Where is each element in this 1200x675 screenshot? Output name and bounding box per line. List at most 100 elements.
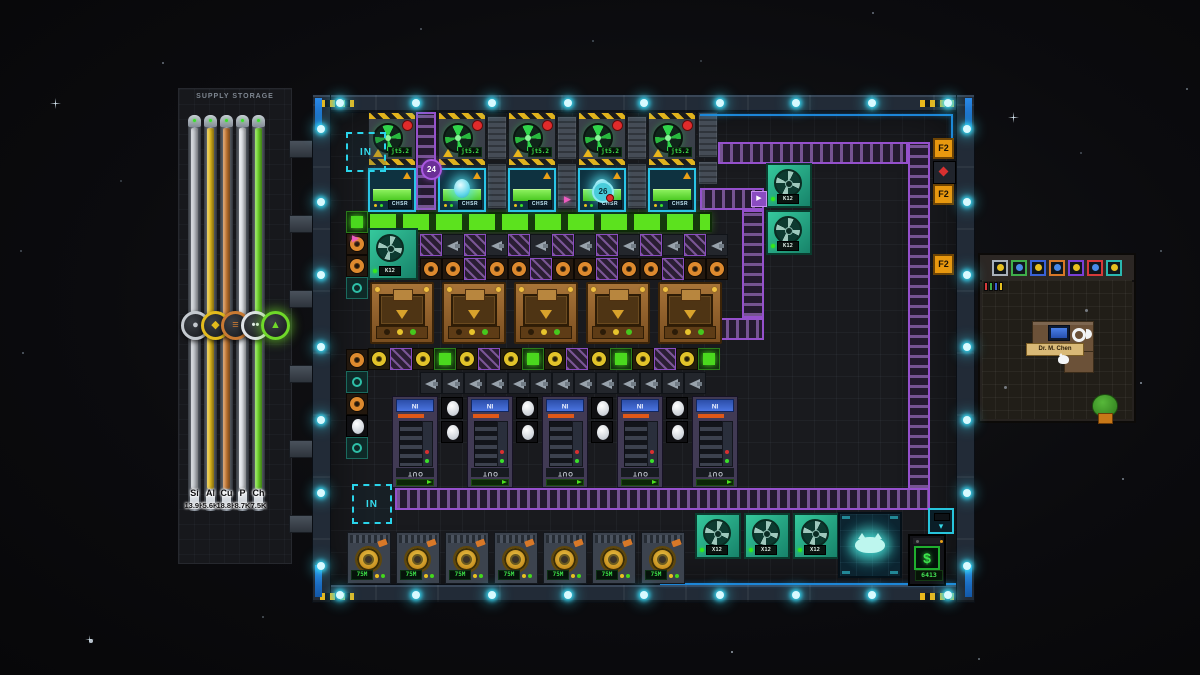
map-speck xyxy=(1004,386,1007,389)
panel-tile xyxy=(698,112,718,158)
tile-gear-o xyxy=(420,258,442,280)
printer-machine[interactable]: IN OUT xyxy=(542,396,588,488)
slot-icon xyxy=(1016,264,1023,271)
money-machine[interactable]: $ 6413 xyxy=(908,534,946,586)
input-zone-bottom[interactable]: IN xyxy=(352,484,392,524)
storage-chest[interactable] xyxy=(514,282,578,344)
tile-jet xyxy=(596,372,618,394)
toolbar-slot[interactable] xyxy=(992,260,1008,276)
tile-gear-o xyxy=(574,258,596,280)
minimap-panel[interactable]: Dr. M. Chen xyxy=(978,253,1136,423)
printer-machine[interactable]: IN OUT xyxy=(392,396,438,488)
green-conveyor-belt[interactable] xyxy=(368,212,712,232)
bolt-icon xyxy=(519,287,524,292)
printer-machine[interactable]: IN OUT xyxy=(692,396,738,488)
generator-machine[interactable]: 75M xyxy=(641,532,685,584)
toolbar-slot[interactable] xyxy=(1106,260,1122,276)
generator-machine[interactable]: 75M xyxy=(494,532,538,584)
tile-conv xyxy=(662,258,684,280)
slot-icon xyxy=(1073,264,1080,271)
wrench-icon xyxy=(475,539,486,548)
fan-machine[interactable]: K12 xyxy=(766,163,812,208)
collector-machine[interactable]: X12 xyxy=(744,513,790,559)
tube-cap xyxy=(188,115,201,127)
chest-lid xyxy=(465,289,485,301)
resource-chip-icon[interactable]: ▲ xyxy=(261,311,290,340)
balance-lcd: 6413 xyxy=(915,570,943,581)
bolt-icon xyxy=(424,287,429,292)
tube-cap xyxy=(252,115,265,127)
generator-machine[interactable]: 75M xyxy=(445,532,489,584)
fan-machine[interactable]: K12 xyxy=(766,210,812,255)
tile-jet xyxy=(662,234,684,256)
tile-gear-o xyxy=(706,258,728,280)
conveyor-belt[interactable] xyxy=(395,488,930,510)
hatchery-machine[interactable]: jt5.2 xyxy=(438,112,486,166)
machine-lcd: jt5.2 xyxy=(598,147,622,157)
chest-lid xyxy=(393,289,413,301)
machine-lcd: 75M xyxy=(449,570,471,580)
tile-gear-y xyxy=(456,348,478,370)
storage-chest[interactable] xyxy=(586,282,650,344)
washer-machine[interactable]: CHSR xyxy=(368,168,416,212)
printer-heat-bar xyxy=(473,414,499,418)
splitter-device[interactable] xyxy=(698,112,718,185)
bolt-icon xyxy=(375,287,380,292)
tile-lamp xyxy=(963,343,971,351)
fan-machine[interactable]: K12 xyxy=(368,228,418,280)
toolbar-slot[interactable] xyxy=(1049,260,1065,276)
machine-lcd: X12 xyxy=(804,545,826,555)
generator-machine[interactable]: 75M xyxy=(543,532,587,584)
storage-chest[interactable] xyxy=(658,282,722,344)
hatchery-machine[interactable]: jt5.2 xyxy=(508,112,556,166)
conveyor-belt[interactable] xyxy=(718,142,908,164)
toolbar-slot[interactable] xyxy=(1011,260,1027,276)
machine-lcd: jt5.2 xyxy=(458,147,482,157)
tile-lamp xyxy=(963,489,971,497)
machine-label: CHSR xyxy=(388,200,412,209)
cat-bed-icon xyxy=(1072,328,1086,342)
chest-lid xyxy=(537,289,557,301)
toolbar-slot[interactable] xyxy=(1068,260,1084,276)
filter-tag[interactable]: F2 xyxy=(933,254,954,275)
machine-label: CHSR xyxy=(668,200,692,209)
filter-tag[interactable]: F2 xyxy=(933,138,954,159)
belt-and-drone-row xyxy=(420,234,728,256)
conveyor-belt[interactable] xyxy=(742,210,764,318)
generator-machine[interactable]: 75M xyxy=(347,532,391,584)
toolbar-slot[interactable] xyxy=(1030,260,1046,276)
printer-machine[interactable]: IN OUT xyxy=(617,396,663,488)
output-chute[interactable] xyxy=(928,508,954,534)
conveyor-belt[interactable] xyxy=(908,142,930,510)
warning-triangle-icon xyxy=(543,172,551,179)
status-dot xyxy=(373,269,377,273)
collector-machine[interactable]: X12 xyxy=(793,513,839,559)
collector-machine[interactable]: X12 xyxy=(695,513,741,559)
hatchery-machine[interactable]: jt5.2 xyxy=(578,112,626,166)
tile-gear-o xyxy=(486,258,508,280)
cat-charging-pad[interactable] xyxy=(838,512,902,578)
tile-lamp xyxy=(317,198,325,206)
washer-machine[interactable]: CHSR xyxy=(648,168,696,212)
hazard-stripe xyxy=(369,113,415,119)
washer-machine[interactable]: CHSR xyxy=(508,168,556,212)
storage-chest[interactable] xyxy=(370,282,434,344)
toolbar-slot[interactable] xyxy=(1087,260,1103,276)
filter-tag[interactable]: F2 xyxy=(933,184,954,205)
tile-lamp xyxy=(963,271,971,279)
hatchery-machine[interactable]: jt5.2 xyxy=(648,112,696,166)
tube-cap xyxy=(204,115,217,127)
resource-amount: 7.5K xyxy=(241,501,276,510)
generator-machine[interactable]: 75M xyxy=(592,532,636,584)
tile-gear-o xyxy=(442,258,464,280)
wrench-icon xyxy=(426,539,437,548)
tile-conv xyxy=(640,234,662,256)
storage-chest[interactable] xyxy=(442,282,506,344)
blocked-tile xyxy=(933,161,956,184)
input-zone-top[interactable]: IN xyxy=(346,132,386,172)
tile-lamp xyxy=(488,99,496,107)
gauge-dial-icon xyxy=(600,546,627,573)
printer-machine[interactable]: IN OUT xyxy=(467,396,513,488)
generator-machine[interactable]: 75M xyxy=(396,532,440,584)
washer-machine[interactable]: CHSR xyxy=(438,168,486,212)
